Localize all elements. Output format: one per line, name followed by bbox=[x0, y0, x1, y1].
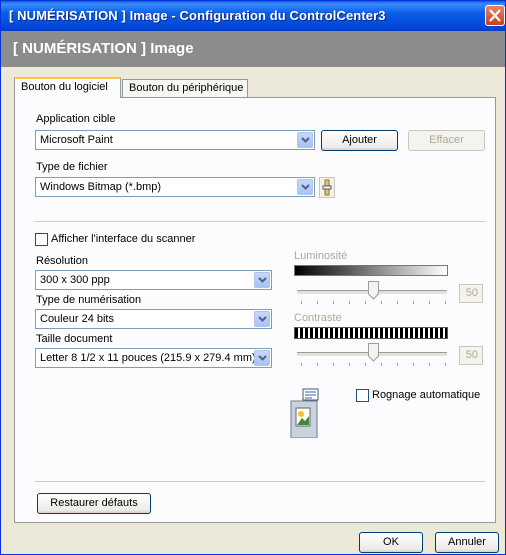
show-scanner-ui-label: Afficher l'interface du scanner bbox=[51, 233, 196, 245]
ok-button[interactable]: OK bbox=[359, 532, 423, 553]
tab-device-button[interactable]: Bouton du périphérique bbox=[122, 79, 248, 97]
dropdown-arrow[interactable] bbox=[254, 311, 270, 327]
target-app-value: Microsoft Paint bbox=[40, 134, 113, 146]
resolution-label: Résolution bbox=[36, 255, 88, 267]
separator bbox=[35, 481, 485, 482]
resolution-value: 300 x 300 ppp bbox=[40, 274, 110, 286]
doc-size-select[interactable]: Letter 8 1/2 x 11 pouces (215.9 x 279.4 … bbox=[35, 348, 272, 368]
brightness-value: 50 bbox=[459, 284, 483, 303]
doc-size-label: Taille document bbox=[36, 333, 113, 345]
file-type-label: Type de fichier bbox=[36, 161, 108, 173]
dropdown-arrow[interactable] bbox=[254, 272, 270, 288]
dropdown-arrow[interactable] bbox=[254, 350, 270, 366]
contrast-value: 50 bbox=[459, 346, 483, 365]
contrast-slider-thumb[interactable] bbox=[368, 343, 379, 362]
target-app-label: Application cible bbox=[36, 113, 116, 125]
contrast-ticks bbox=[301, 363, 447, 367]
file-type-select[interactable]: Windows Bitmap (*.bmp) bbox=[35, 177, 315, 197]
scan-type-value: Couleur 24 bits bbox=[40, 313, 114, 325]
brightness-slider-thumb[interactable] bbox=[368, 281, 379, 300]
contrast-label: Contraste bbox=[294, 312, 342, 324]
chevron-down-icon bbox=[258, 355, 267, 361]
brightness-gradient bbox=[294, 265, 448, 276]
window-title: [ NUMÉRISATION ] Image - Configuration d… bbox=[9, 8, 386, 23]
cancel-button[interactable]: Annuler bbox=[435, 532, 499, 553]
doc-size-value: Letter 8 1/2 x 11 pouces (215.9 x 279.4 … bbox=[40, 352, 256, 364]
add-button[interactable]: Ajouter bbox=[321, 130, 398, 151]
chevron-down-icon bbox=[258, 277, 267, 283]
show-scanner-ui-checkbox[interactable] bbox=[35, 233, 48, 246]
section-header: [ NUMÉRISATION ] Image bbox=[1, 31, 505, 67]
restore-defaults-button[interactable]: Restaurer défauts bbox=[37, 493, 151, 514]
close-button[interactable] bbox=[485, 5, 505, 26]
scan-type-label: Type de numérisation bbox=[36, 294, 142, 306]
tab-panel: Application cible Microsoft Paint Ajoute… bbox=[14, 97, 496, 523]
file-type-value: Windows Bitmap (*.bmp) bbox=[40, 181, 162, 193]
size-slider-icon bbox=[322, 179, 332, 196]
tab-label: Bouton du périphérique bbox=[129, 82, 244, 94]
header-title: [ NUMÉRISATION ] Image bbox=[13, 40, 194, 57]
tab-software-button[interactable]: Bouton du logiciel bbox=[14, 77, 121, 98]
resolution-select[interactable]: 300 x 300 ppp bbox=[35, 270, 272, 290]
close-icon bbox=[489, 9, 501, 22]
separator bbox=[35, 221, 485, 222]
delete-button[interactable]: Effacer bbox=[408, 130, 485, 151]
auto-crop-label: Rognage automatique bbox=[372, 389, 481, 401]
dropdown-arrow[interactable] bbox=[297, 179, 313, 195]
file-size-button[interactable] bbox=[319, 177, 335, 198]
brightness-label: Luminosité bbox=[294, 250, 348, 262]
auto-crop-checkbox[interactable] bbox=[356, 389, 369, 402]
chevron-down-icon bbox=[301, 184, 310, 190]
scan-type-select[interactable]: Couleur 24 bits bbox=[35, 309, 272, 329]
dialog-window: [ NUMÉRISATION ] Image - Configuration d… bbox=[0, 0, 506, 555]
chevron-down-icon bbox=[301, 137, 310, 143]
target-app-select[interactable]: Microsoft Paint bbox=[35, 130, 315, 150]
brightness-ticks bbox=[301, 301, 447, 305]
tab-label: Bouton du logiciel bbox=[21, 81, 108, 93]
contrast-pattern bbox=[294, 327, 448, 339]
dropdown-arrow[interactable] bbox=[297, 132, 313, 148]
auto-crop-icon bbox=[290, 388, 319, 438]
chevron-down-icon bbox=[258, 316, 267, 322]
title-bar[interactable]: [ NUMÉRISATION ] Image - Configuration d… bbox=[1, 1, 505, 31]
